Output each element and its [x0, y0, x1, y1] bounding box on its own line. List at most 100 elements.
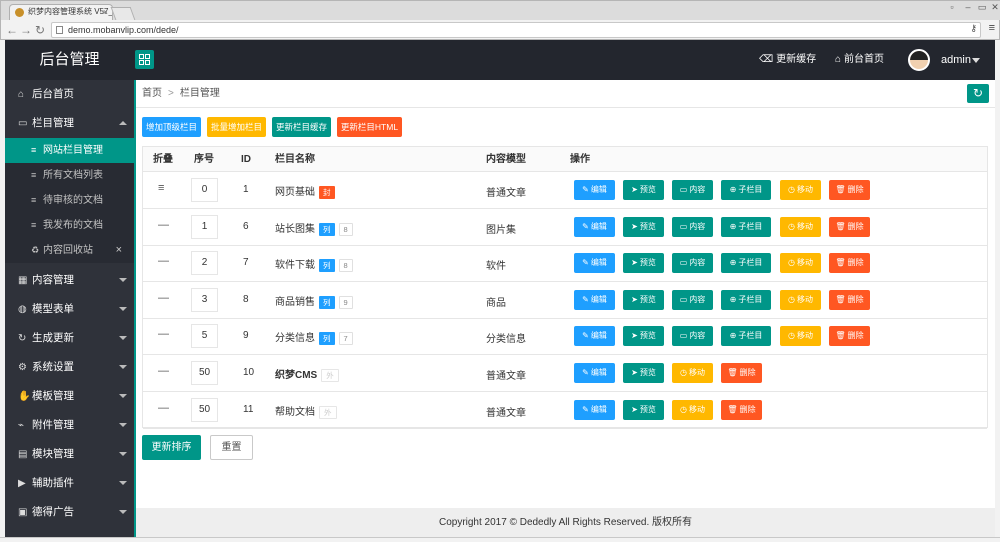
fold-toggle[interactable]: —	[158, 328, 169, 340]
avatar[interactable]	[908, 49, 930, 71]
person-icon[interactable]: ▫	[945, 2, 959, 13]
refresh-button[interactable]: ↻	[967, 84, 989, 103]
sidebar-subitem[interactable]: ≡ 待审核的文档	[5, 188, 134, 213]
edit-button[interactable]: ✎ 编辑	[574, 180, 615, 200]
content-button[interactable]: ▭ 内容	[672, 180, 713, 200]
fold-toggle[interactable]: —	[158, 255, 169, 267]
preview-button[interactable]: ➤ 预览	[623, 180, 664, 200]
address-bar[interactable]: demo.mobanvlip.com/dede/	[51, 22, 981, 38]
breadcrumb-home[interactable]: 首页	[142, 88, 162, 99]
frontend-home-link[interactable]: ⌂ 前台首页	[835, 40, 884, 80]
subcategory-button[interactable]: ⊕ 子栏目	[721, 326, 771, 346]
delete-button[interactable]: 🗑 删除	[721, 363, 762, 383]
category-name[interactable]: 商品销售	[275, 297, 315, 308]
sidebar-item[interactable]: ▣ 德得广告	[5, 498, 134, 527]
sort-input[interactable]: 5	[191, 324, 218, 348]
fold-toggle[interactable]: —	[158, 365, 169, 377]
sort-input[interactable]: 3	[191, 288, 218, 312]
content-button[interactable]: ▭ 内容	[672, 217, 713, 237]
close-icon[interactable]: ×	[116, 238, 122, 263]
new-tab-button[interactable]	[110, 7, 136, 20]
category-name[interactable]: 织梦CMS	[275, 370, 317, 381]
delete-button[interactable]: 🗑 删除	[829, 217, 870, 237]
reload-icon[interactable]: ↻	[33, 22, 47, 38]
sort-input[interactable]: 50	[191, 398, 218, 422]
key-icon[interactable]: ⚷	[970, 23, 977, 34]
back-icon[interactable]: ←	[5, 22, 19, 38]
sidebar-subitem[interactable]: ≡ 所有文档列表	[5, 163, 134, 188]
browser-menu-icon[interactable]: ≡	[989, 22, 995, 34]
chevron-down-icon[interactable]	[972, 58, 980, 63]
sidebar-item[interactable]: ✋ 模板管理	[5, 382, 134, 411]
batch-add-category-button[interactable]: 批量增加栏目	[207, 117, 266, 137]
category-name[interactable]: 软件下载	[275, 260, 315, 271]
sidebar-item[interactable]: ▭ 栏目管理	[5, 109, 134, 138]
delete-button[interactable]: 🗑 删除	[829, 326, 870, 346]
content-button[interactable]: ▭ 内容	[672, 253, 713, 273]
subcategory-button[interactable]: ⊕ 子栏目	[721, 180, 771, 200]
preview-button[interactable]: ➤ 预览	[623, 290, 664, 310]
sort-input[interactable]: 2	[191, 251, 218, 275]
sidebar-subitem[interactable]: ♻ 内容回收站 ×	[5, 238, 134, 263]
tab-close-icon[interactable]: ×	[103, 5, 108, 19]
update-category-html-button[interactable]: 更新栏目HTML	[337, 117, 402, 137]
move-button[interactable]: ◷ 移动	[780, 180, 821, 200]
preview-button[interactable]: ➤ 预览	[623, 363, 664, 383]
edit-button[interactable]: ✎ 编辑	[574, 253, 615, 273]
move-button[interactable]: ◷ 移动	[780, 217, 821, 237]
category-name[interactable]: 网页基础	[275, 187, 315, 198]
sort-input[interactable]: 0	[191, 178, 218, 202]
sidebar-subitem[interactable]: ≡ 我发布的文档	[5, 213, 134, 238]
edit-button[interactable]: ✎ 编辑	[574, 290, 615, 310]
menu-toggle-button[interactable]	[135, 50, 154, 69]
move-button[interactable]: ◷ 移动	[780, 253, 821, 273]
fold-toggle[interactable]: ≡	[158, 182, 164, 194]
sidebar-item[interactable]: ⌂ 后台首页	[5, 80, 134, 109]
update-cache-link[interactable]: ⌫ 更新缓存	[759, 40, 816, 80]
delete-button[interactable]: 🗑 删除	[721, 400, 762, 420]
update-sort-button[interactable]: 更新排序	[142, 435, 201, 460]
sort-input[interactable]: 1	[191, 215, 218, 239]
sidebar-item[interactable]: ▶ 辅助插件	[5, 469, 134, 498]
minimize-icon[interactable]: –	[961, 2, 975, 13]
delete-button[interactable]: 🗑 删除	[829, 253, 870, 273]
move-button[interactable]: ◷ 移动	[780, 290, 821, 310]
sidebar-subitem[interactable]: ≡ 网站栏目管理	[5, 138, 134, 163]
category-name[interactable]: 分类信息	[275, 333, 315, 344]
move-button[interactable]: ◷ 移动	[672, 400, 713, 420]
maximize-icon[interactable]: ▭	[975, 2, 989, 13]
category-name[interactable]: 站长图集	[275, 224, 315, 235]
sidebar-item[interactable]: ↻ 生成更新	[5, 324, 134, 353]
preview-button[interactable]: ➤ 预览	[623, 253, 664, 273]
fold-toggle[interactable]: —	[158, 219, 169, 231]
window-close-icon[interactable]: ✕	[988, 2, 1000, 13]
edit-button[interactable]: ✎ 编辑	[574, 400, 615, 420]
preview-button[interactable]: ➤ 预览	[623, 217, 664, 237]
fold-toggle[interactable]: —	[158, 292, 169, 304]
subcategory-button[interactable]: ⊕ 子栏目	[721, 253, 771, 273]
delete-button[interactable]: 🗑 删除	[829, 290, 870, 310]
sidebar-item[interactable]: ◍ 模型表单	[5, 295, 134, 324]
username[interactable]: admin	[941, 40, 971, 80]
forward-icon[interactable]: →	[19, 22, 33, 38]
add-top-category-button[interactable]: 增加顶级栏目	[142, 117, 201, 137]
sort-input[interactable]: 50	[191, 361, 218, 385]
edit-button[interactable]: ✎ 编辑	[574, 217, 615, 237]
subcategory-button[interactable]: ⊕ 子栏目	[721, 290, 771, 310]
preview-button[interactable]: ➤ 预览	[623, 400, 664, 420]
content-button[interactable]: ▭ 内容	[672, 326, 713, 346]
edit-button[interactable]: ✎ 编辑	[574, 326, 615, 346]
sidebar-item[interactable]: ⚙ 系统设置	[5, 353, 134, 382]
fold-toggle[interactable]: —	[158, 402, 169, 414]
preview-button[interactable]: ➤ 预览	[623, 326, 664, 346]
edit-button[interactable]: ✎ 编辑	[574, 363, 615, 383]
content-button[interactable]: ▭ 内容	[672, 290, 713, 310]
sidebar-item[interactable]: ⌁ 附件管理	[5, 411, 134, 440]
move-button[interactable]: ◷ 移动	[780, 326, 821, 346]
category-name[interactable]: 帮助文档	[275, 407, 315, 418]
browser-tab[interactable]: 织梦内容管理系统 V57_... ×	[9, 4, 113, 20]
delete-button[interactable]: 🗑 删除	[829, 180, 870, 200]
update-category-cache-button[interactable]: 更新栏目缓存	[272, 117, 331, 137]
sidebar-item[interactable]: ▦ 内容管理	[5, 266, 134, 295]
sidebar-item[interactable]: ▤ 模块管理	[5, 440, 134, 469]
